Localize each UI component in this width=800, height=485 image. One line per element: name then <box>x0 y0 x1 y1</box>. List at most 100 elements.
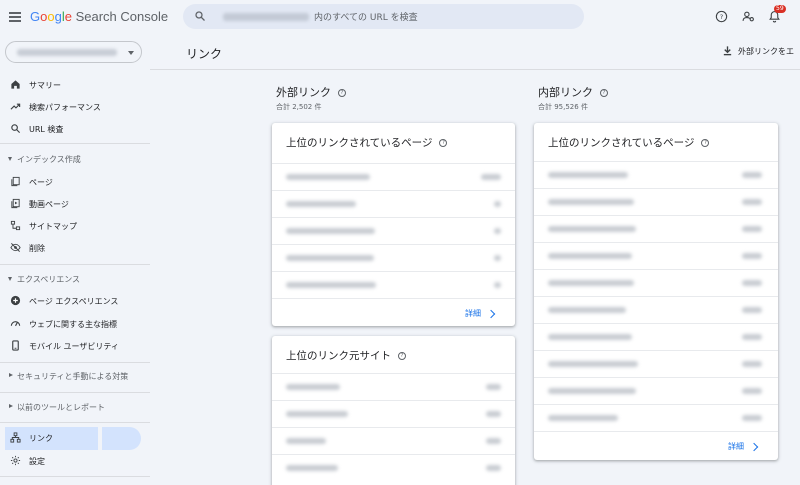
table-row[interactable] <box>534 269 778 296</box>
sidebar-section-legacy[interactable]: 以前のツールとレポート <box>0 400 150 416</box>
detail-link[interactable]: 詳細 <box>728 441 744 452</box>
sidebar-item-core-web-vitals[interactable]: ウェブに関する主な指標 <box>0 313 150 335</box>
table-row[interactable] <box>272 163 515 190</box>
chevron-right-icon[interactable] <box>486 309 496 319</box>
sidebar-divider <box>0 476 150 477</box>
help-icon[interactable]: ? <box>600 89 608 97</box>
table-row[interactable] <box>272 400 515 427</box>
help-icon[interactable]: ? <box>338 89 346 97</box>
sidebar-item-pages[interactable]: ページ <box>0 171 150 193</box>
table-row[interactable] <box>534 215 778 242</box>
row-count-redacted <box>742 307 762 313</box>
row-count-redacted <box>742 253 762 259</box>
row-count-redacted <box>481 174 501 180</box>
download-icon <box>723 46 732 56</box>
sidebar-item-settings[interactable]: 設定 <box>0 450 150 472</box>
table-row[interactable] <box>534 242 778 269</box>
search-icon <box>195 11 205 21</box>
table-row[interactable] <box>272 190 515 217</box>
video-page-icon <box>11 198 20 209</box>
row-count-redacted <box>742 334 762 340</box>
pages-icon <box>11 176 20 187</box>
table-row[interactable] <box>534 296 778 323</box>
sidebar-item-video-pages[interactable]: 動画ページ <box>0 193 150 215</box>
row-count-redacted <box>742 172 762 178</box>
table-row[interactable] <box>534 323 778 350</box>
row-url-redacted <box>286 174 370 180</box>
search-icon <box>11 124 21 134</box>
sidebar-item-summary[interactable]: サマリー <box>0 74 150 96</box>
help-icon[interactable]: ? <box>398 352 406 360</box>
section-label: 以前のツールとレポート <box>17 403 105 412</box>
card-footer: 詳細 <box>534 431 778 460</box>
internal-links-title: 内部リンク <box>538 86 593 99</box>
card-title: 上位のリンクされているページ? <box>548 135 710 150</box>
sidebar-item-label: 検索パフォーマンス <box>29 103 101 112</box>
table-row[interactable] <box>534 404 778 431</box>
sidebar-item-performance[interactable]: 検索パフォーマンス <box>0 96 150 118</box>
help-icon[interactable]: ? <box>439 139 448 147</box>
manage-users-icon[interactable] <box>742 10 755 23</box>
row-count-redacted <box>486 465 501 471</box>
logo-letter: o <box>47 9 55 24</box>
collapse-icon <box>8 157 12 161</box>
table-row[interactable] <box>272 373 515 400</box>
table-row[interactable] <box>272 217 515 244</box>
sidebar-item-label: 動画ページ <box>29 200 69 209</box>
table-row[interactable] <box>272 271 515 298</box>
table-row[interactable] <box>272 427 515 454</box>
sidebar-item-label: 削除 <box>29 244 45 253</box>
table-row[interactable] <box>534 377 778 404</box>
row-count-redacted <box>742 226 762 232</box>
sidebar-section-index[interactable]: インデックス作成 <box>0 152 150 168</box>
row-url-redacted <box>548 253 632 259</box>
table-row[interactable] <box>534 188 778 215</box>
property-selector[interactable] <box>5 41 142 63</box>
card-title: 上位のリンクされているページ? <box>286 135 448 150</box>
sidebar-section-security[interactable]: セキュリティと手動による対策 <box>0 369 150 385</box>
search-placeholder: 内のすべての URL を検査 <box>314 13 418 23</box>
property-name-redacted <box>17 49 117 56</box>
row-site-redacted <box>286 411 348 417</box>
help-icon[interactable]: ? <box>715 10 728 23</box>
property-url-redacted <box>223 13 309 21</box>
table-row[interactable] <box>272 454 515 481</box>
table-row[interactable] <box>272 244 515 271</box>
row-count-redacted <box>494 282 501 288</box>
table-row[interactable] <box>534 161 778 188</box>
menu-icon[interactable] <box>9 12 21 22</box>
expand-icon <box>9 404 13 408</box>
speed-gauge-icon <box>10 321 21 327</box>
sidebar-divider <box>0 422 150 423</box>
row-url-redacted <box>286 201 356 207</box>
collapse-icon <box>8 277 12 281</box>
row-count-redacted <box>486 384 501 390</box>
search-input[interactable]: 内のすべての URL を検査 <box>183 4 584 29</box>
sidebar-item-label: URL 検査 <box>29 125 64 134</box>
sidebar-item-page-experience[interactable]: ページ エクスペリエンス <box>0 290 150 312</box>
app-logo[interactable]: Google Search Console <box>30 9 168 24</box>
smartphone-icon <box>12 340 19 351</box>
row-url-redacted <box>548 334 632 340</box>
sidebar-item-label: ウェブに関する主な指標 <box>29 320 117 329</box>
sidebar-item-removals[interactable]: 削除 <box>0 237 150 259</box>
sidebar-divider <box>0 362 150 363</box>
detail-link[interactable]: 詳細 <box>465 308 481 319</box>
chevron-right-icon[interactable] <box>749 442 759 452</box>
sidebar-item-sitemaps[interactable]: サイトマップ <box>0 215 150 237</box>
row-site-redacted <box>286 384 340 390</box>
export-label: 外部リンクをエ <box>738 47 794 56</box>
table-row[interactable] <box>534 350 778 377</box>
help-icon[interactable]: ? <box>701 139 710 147</box>
external-links-title: 外部リンク <box>276 86 331 99</box>
sidebar-item-mobile-usability[interactable]: モバイル ユーザビリティ <box>0 335 150 357</box>
sidebar-section-experience[interactable]: エクスペリエンス <box>0 272 150 288</box>
top-bar: Google Search Console 内のすべての URL を検査 ? 5… <box>0 0 800 34</box>
sidebar-item-links[interactable]: リンク <box>0 427 150 449</box>
sidebar-divider <box>0 392 150 393</box>
row-url-redacted <box>548 388 636 394</box>
row-url-redacted <box>548 280 634 286</box>
row-url-redacted <box>548 361 638 367</box>
sidebar-divider <box>0 264 150 265</box>
sidebar-item-url-inspection[interactable]: URL 検査 <box>0 118 150 140</box>
